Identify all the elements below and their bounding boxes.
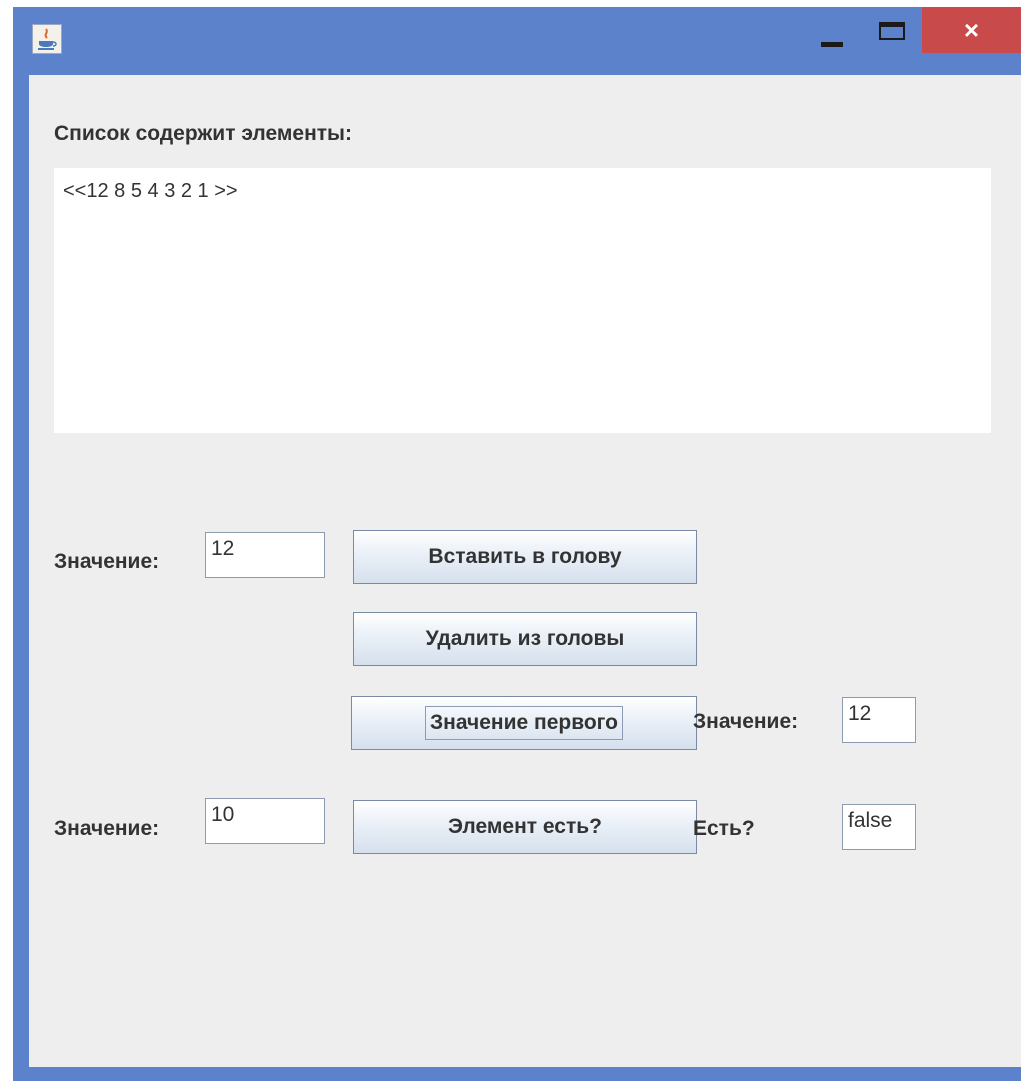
contains-button-label: Элемент есть? xyxy=(447,815,602,838)
first-value-button-label: Значение первого xyxy=(425,706,623,740)
insert-value-label: Значение: xyxy=(54,550,160,573)
java-cup-icon xyxy=(38,28,57,50)
contains-result-field[interactable]: false xyxy=(842,804,916,850)
minimize-button[interactable] xyxy=(809,13,859,53)
insert-head-button-label: Вставить в голову xyxy=(428,545,622,568)
java-app-icon[interactable] xyxy=(32,24,62,54)
insert-value-field[interactable]: 12 xyxy=(205,532,325,578)
insert-head-button[interactable]: Вставить в голову xyxy=(353,530,697,584)
search-value-label: Значение: xyxy=(54,817,160,840)
delete-head-button-label: Удалить из головы xyxy=(425,627,625,650)
contains-result-label: Есть? xyxy=(693,817,755,840)
list-display-area[interactable]: <<12 8 5 4 3 2 1 >> xyxy=(54,168,991,433)
contains-button[interactable]: Элемент есть? xyxy=(353,800,697,854)
maximize-button[interactable] xyxy=(871,13,919,53)
search-value-field[interactable]: 10 xyxy=(205,798,325,844)
close-button[interactable]: × xyxy=(922,7,1021,53)
delete-head-button[interactable]: Удалить из головы xyxy=(353,612,697,666)
first-value-button[interactable]: Значение первого xyxy=(351,696,697,750)
list-caption: Список содержит элементы: xyxy=(54,122,352,145)
content-panel: Список содержит элементы: <<12 8 5 4 3 2… xyxy=(29,75,1021,1067)
app-window: × Список содержит элементы: <<12 8 5 4 3… xyxy=(13,7,1021,1081)
first-value-label: Значение: xyxy=(693,710,799,733)
close-icon: × xyxy=(963,14,980,45)
title-bar[interactable]: × xyxy=(13,7,1021,75)
first-value-field[interactable]: 12 xyxy=(842,697,916,743)
